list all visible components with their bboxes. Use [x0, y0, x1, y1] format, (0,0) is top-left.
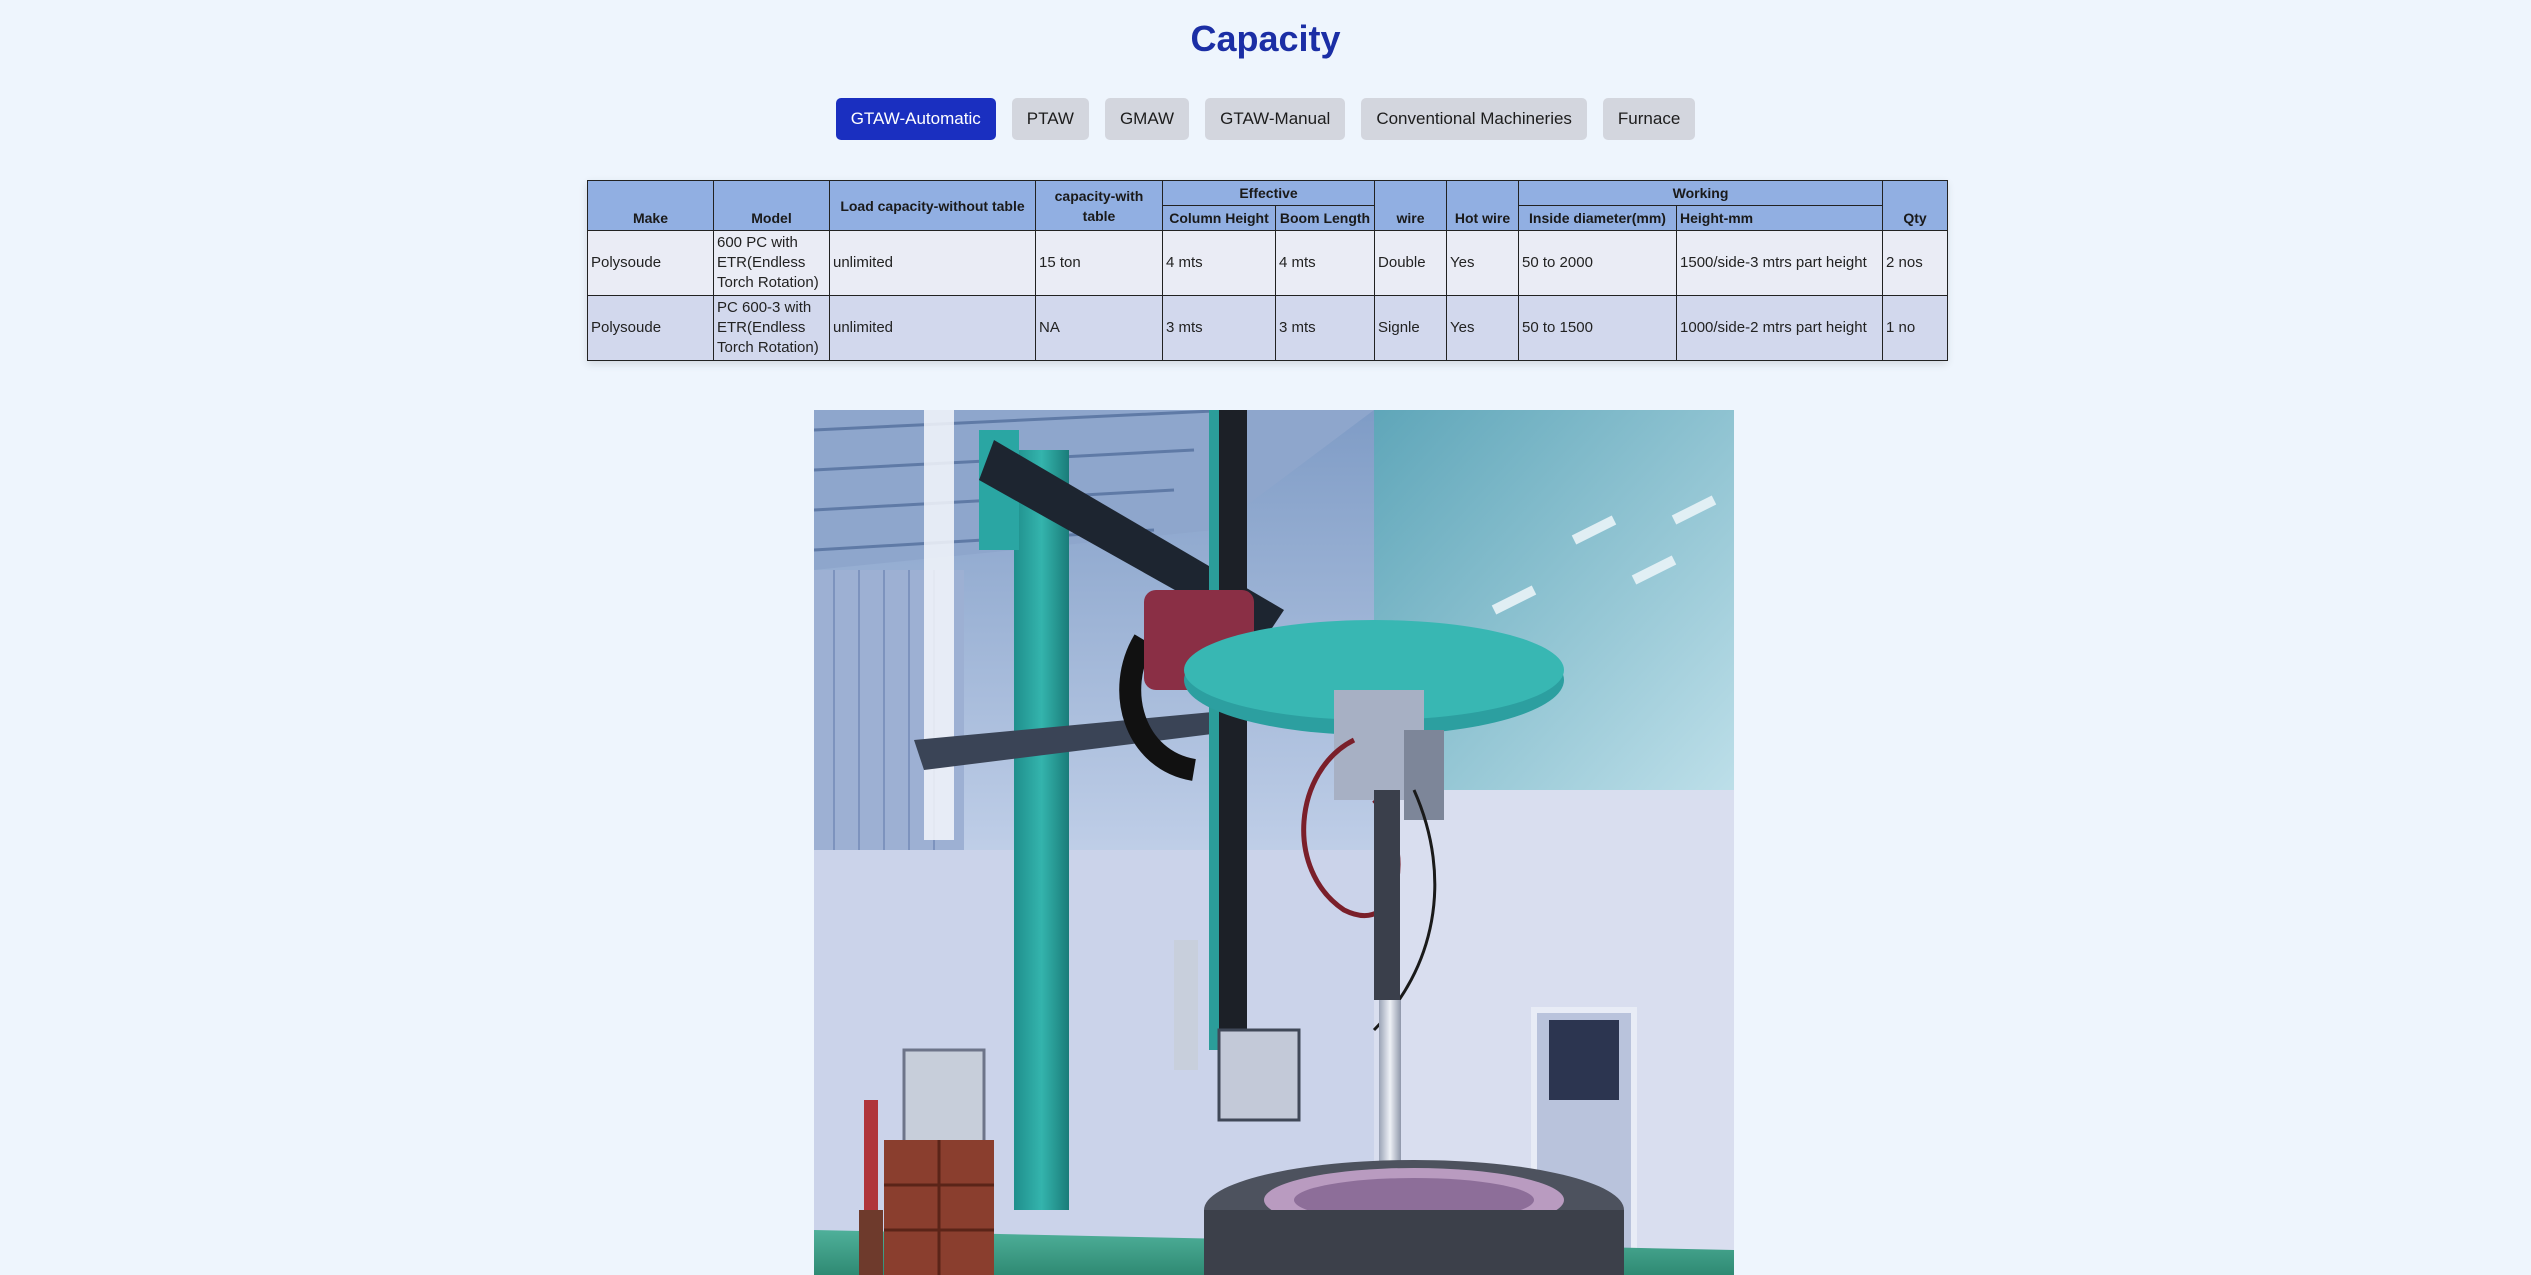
cell-column-height: 4 mts: [1162, 230, 1276, 296]
header-make: Make: [587, 180, 714, 231]
cell-model: PC 600-3 with ETR(Endless Torch Rotation…: [713, 295, 830, 361]
tab-gtaw-automatic[interactable]: GTAW-Automatic: [835, 98, 996, 140]
capacity-table: Make Model Load capacity-without table c…: [587, 180, 1949, 361]
tab-ptaw[interactable]: PTAW: [1011, 98, 1089, 140]
header-boom-length: Boom Length: [1274, 205, 1376, 231]
cell-inside-diameter: 50 to 1500: [1518, 295, 1678, 361]
cell-capacity-with-table: NA: [1035, 295, 1163, 361]
cell-make: Polysoude: [587, 295, 714, 361]
cell-make: Polysoude: [587, 230, 714, 296]
cell-inside-diameter: 50 to 2000: [1518, 230, 1678, 296]
tab-bar: GTAW-Automatic PTAW GMAW GTAW-Manual Con…: [0, 98, 2531, 140]
header-wire: wire: [1374, 180, 1448, 231]
header-group-working: Working: [1518, 180, 1884, 206]
tab-gtaw-manual[interactable]: GTAW-Manual: [1205, 98, 1346, 140]
cell-hot-wire: Yes: [1446, 230, 1520, 296]
cell-wire: Double: [1374, 230, 1448, 296]
header-group-effective: Effective: [1161, 180, 1376, 206]
capacity-table-container: Make Model Load capacity-without table c…: [587, 180, 1949, 361]
header-inside-diameter: Inside diameter(mm): [1518, 205, 1678, 231]
table-row: Polysoude PC 600-3 with ETR(Endless Torc…: [587, 295, 1949, 361]
cell-model: 600 PC with ETR(Endless Torch Rotation): [713, 230, 830, 296]
cell-qty: 2 nos: [1882, 230, 1949, 296]
tab-furnace[interactable]: Furnace: [1602, 98, 1696, 140]
tab-conventional-machineries[interactable]: Conventional Machineries: [1361, 98, 1587, 140]
table-row: Polysoude 600 PC with ETR(Endless Torch …: [587, 230, 1949, 296]
cell-column-height: 3 mts: [1162, 295, 1276, 361]
cell-load-capacity-without-table: unlimited: [829, 230, 1036, 296]
cell-boom-length: 4 mts: [1274, 230, 1376, 296]
cell-boom-length: 3 mts: [1274, 295, 1376, 361]
cell-wire: Signle: [1374, 295, 1448, 361]
cell-height-mm: 1500/side-3 mtrs part height: [1676, 230, 1884, 296]
cell-qty: 1 no: [1882, 295, 1949, 361]
header-column-height: Column Height: [1162, 205, 1276, 231]
header-model: Model: [713, 180, 830, 231]
cell-hot-wire: Yes: [1446, 295, 1520, 361]
header-height-mm: Height-mm: [1676, 205, 1884, 231]
header-load-capacity-without-table: Load capacity-without table: [829, 180, 1036, 231]
tab-gmaw[interactable]: GMAW: [1104, 98, 1190, 140]
header-hot-wire: Hot wire: [1446, 180, 1520, 231]
header-capacity-with-table: capacity-with table: [1035, 180, 1163, 231]
machine-photo: [814, 410, 1734, 1275]
cell-load-capacity-without-table: unlimited: [829, 295, 1036, 361]
cell-height-mm: 1000/side-2 mtrs part height: [1676, 295, 1884, 361]
cell-capacity-with-table: 15 ton: [1035, 230, 1163, 296]
page-title: Capacity: [1190, 18, 1341, 59]
header-qty: Qty: [1882, 180, 1949, 231]
